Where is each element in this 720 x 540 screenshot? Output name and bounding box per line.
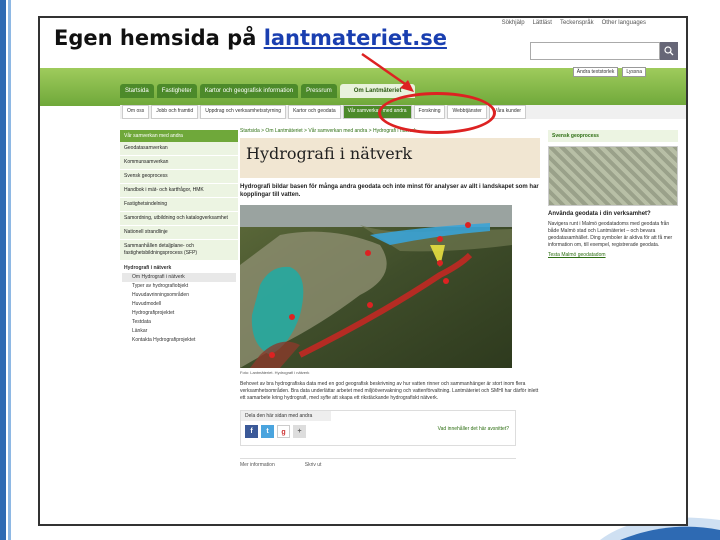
body-text: Behovet av bra hydrografiska data med en… — [240, 381, 539, 401]
left-menu-item[interactable]: Samordning, utbildning och katalogverksa… — [120, 212, 238, 226]
slide-accent-bar — [0, 0, 6, 540]
page-title-banner: Hydrografi i nätverk — [240, 138, 540, 178]
search-button[interactable] — [660, 42, 678, 60]
tab-startsida[interactable]: Startsida — [120, 84, 154, 98]
more-info-link[interactable]: Mer information — [240, 462, 275, 468]
accessibility-buttons: Ändra textstorlek Lyssna — [572, 67, 646, 77]
left-submenu-item[interactable]: Kontakta Hydrografiprojektet — [122, 336, 236, 345]
breadcrumb[interactable]: Startsida > Om Lantmäteriet > Vår samver… — [240, 128, 540, 134]
search-icon — [664, 46, 674, 56]
left-menu-item[interactable]: Geodatasamverkan — [120, 142, 238, 156]
text-size-button[interactable]: Ändra textstorlek — [572, 67, 619, 77]
left-submenu-item[interactable]: Testdata — [122, 318, 236, 327]
share-icons: f t g + — [245, 425, 306, 438]
right-box-text: Navigera runt i Malmö geodatadoms med ge… — [548, 221, 673, 248]
section-info-link[interactable]: Vad innehåller det här avsnittet? — [438, 426, 509, 432]
lead-paragraph: Hydrografi bildar basen för många andra … — [240, 184, 539, 198]
top-link[interactable]: Other languages — [602, 20, 646, 26]
share-box: Dela den här sidan med andra f t g + Vad… — [240, 410, 516, 446]
left-submenu-item[interactable]: Hydrografiprojektet — [122, 309, 236, 318]
tab-kartor[interactable]: Kartor och geografisk information — [199, 84, 299, 98]
left-submenu: Hydrografi i nätverk Om Hydrografi i nät… — [120, 261, 238, 347]
google-icon[interactable]: g — [277, 425, 290, 438]
left-menu-item[interactable]: Sammanhållen detaljplane- och fastighets… — [120, 240, 238, 261]
tab-pressrum[interactable]: Pressrum — [301, 84, 337, 98]
left-menu-item[interactable]: Svensk geoprocess — [120, 170, 238, 184]
right-sidebar: Svensk geoprocess Använda geodata i din … — [548, 130, 678, 258]
left-menu-item[interactable]: Kommunsamverkan — [120, 156, 238, 170]
page-title: Hydrografi i nätverk — [246, 144, 413, 163]
facebook-icon[interactable]: f — [245, 425, 258, 438]
listen-button[interactable]: Lyssna — [622, 67, 646, 77]
left-menu-item[interactable]: Fastighetsindelning — [120, 198, 238, 212]
top-links: Sökhjälp Lättläst Teckenspråk Other lang… — [502, 20, 646, 26]
main-content: Startsida > Om Lantmäteriet > Vår samver… — [240, 128, 540, 468]
left-submenu-item[interactable]: Typer av hydrografiobjekt — [122, 282, 236, 291]
right-box-header[interactable]: Svensk geoprocess — [548, 130, 678, 142]
print-link[interactable]: Skriv ut — [305, 462, 322, 468]
slide-accent-bar-light — [8, 0, 11, 540]
photo-caption: Foto: Lantmäteriet. Hydrografi i nätverk — [240, 370, 310, 375]
share-header: Dela den här sidan med andra — [241, 411, 331, 421]
subnav-item[interactable]: Om oss — [122, 105, 150, 119]
left-menu: Vår samverkan med andra Geodatasamverkan… — [120, 130, 238, 347]
subnav-item[interactable]: Jobb och framtid — [151, 105, 199, 119]
top-link[interactable]: Sökhjälp — [502, 20, 525, 26]
left-submenu-item[interactable]: Huvudmodell — [122, 300, 236, 309]
subnav-item[interactable]: Kartor och geodata — [288, 105, 341, 119]
annotation-ellipse — [378, 92, 496, 134]
left-menu-header[interactable]: Vår samverkan med andra — [120, 130, 238, 142]
map-thumbnail[interactable] — [548, 146, 678, 206]
top-link[interactable]: Teckenspråk — [560, 20, 594, 26]
right-box-question: Använda geodata i din verksamhet? — [548, 211, 651, 217]
search-input[interactable] — [530, 42, 660, 60]
right-box-link[interactable]: Testa Malmö geodatadom — [548, 252, 678, 258]
caption-prefix: Egen hemsida på — [54, 26, 264, 50]
subnav-item[interactable]: Uppdrag och verksamhetsstyrning — [200, 105, 287, 119]
left-submenu-item[interactable]: Länkar — [122, 327, 236, 336]
tab-fastigheter[interactable]: Fastigheter — [156, 84, 197, 98]
website-screenshot: Sökhjälp Lättläst Teckenspråk Other lang… — [38, 16, 688, 526]
twitter-icon[interactable]: t — [261, 425, 274, 438]
left-submenu-item[interactable]: Huvudavrinningsområden — [122, 291, 236, 300]
slide-caption: Egen hemsida på lantmateriet.se — [44, 22, 494, 62]
annotation-arrow — [361, 52, 414, 92]
caption-link[interactable]: lantmateriet.se — [264, 26, 447, 50]
share-more-icon[interactable]: + — [293, 425, 306, 438]
footer-links: Mer information Skriv ut — [240, 458, 516, 468]
left-submenu-header[interactable]: Hydrografi i nätverk — [122, 263, 236, 273]
top-link[interactable]: Lättläst — [533, 20, 552, 26]
left-menu-item[interactable]: Nationell strandlinje — [120, 226, 238, 240]
left-submenu-item-active[interactable]: Om Hydrografi i nätverk — [122, 273, 236, 282]
left-menu-item[interactable]: Handbok i mät- och kartfrågor, HMK — [120, 184, 238, 198]
aerial-photo — [240, 205, 512, 368]
